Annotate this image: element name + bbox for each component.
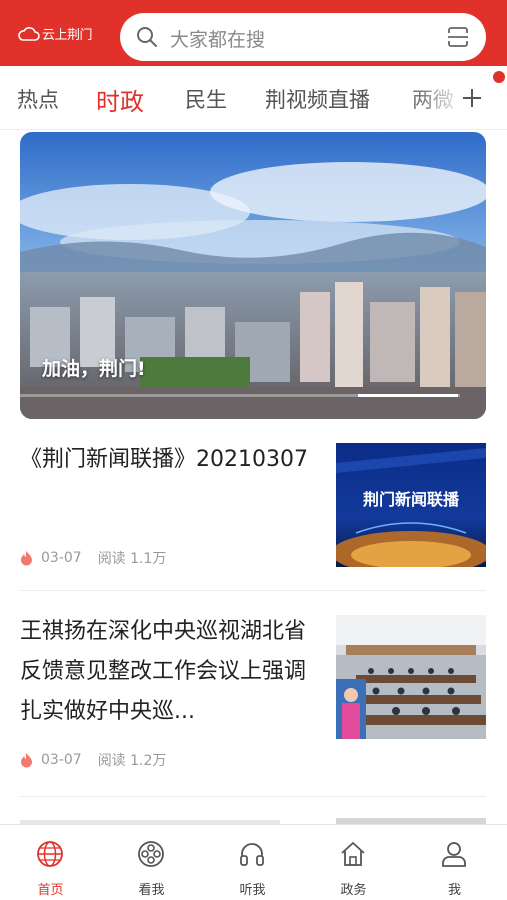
- news-thumbnail: [336, 615, 486, 739]
- top-bar: 云上荆门 大家都在搜: [0, 0, 507, 66]
- hero-title: 加油，荆门!: [42, 358, 146, 380]
- tab-hot[interactable]: 热点: [17, 84, 59, 114]
- home-icon: [341, 842, 365, 866]
- fire-icon: [21, 550, 32, 565]
- meeting-room-thumbnail-image: [336, 615, 486, 739]
- news-title: 《荆门新闻联播》20210307: [20, 447, 308, 472]
- tab-politics[interactable]: 时政: [96, 82, 144, 117]
- news-item[interactable]: 王祺扬在深化中央巡视湖北省反馈意见整改工作会议上强调 扎实做好中央巡... 03…: [20, 612, 486, 782]
- nav-home[interactable]: 首页: [0, 825, 101, 900]
- search-icon: [137, 27, 157, 47]
- news-divider: [20, 590, 486, 591]
- nav-listen[interactable]: 听我: [202, 825, 303, 900]
- user-icon: [442, 842, 466, 867]
- carousel-indicator-active: [358, 394, 458, 397]
- news-item[interactable]: 《荆门新闻联播》20210307 03-07 阅读 1.1万 荆门新闻联播: [20, 440, 486, 590]
- channel-tabs: 热点 时政 民生 荆视频直播 两微: [0, 66, 507, 130]
- add-channel-icon[interactable]: [460, 86, 484, 110]
- nav-listen-label: 听我: [239, 883, 266, 898]
- tab-livelihood[interactable]: 民生: [185, 84, 227, 114]
- carousel-indicator: [20, 394, 460, 397]
- search-placeholder: 大家都在搜: [170, 29, 266, 51]
- notification-dot: [493, 71, 505, 83]
- news-thumbnail: 荆门新闻联播: [336, 443, 486, 567]
- scan-icon[interactable]: [446, 25, 470, 49]
- news-broadcast-thumbnail-image: 荆门新闻联播: [336, 443, 486, 567]
- news-date: 03-07: [41, 752, 82, 768]
- news-reads: 阅读 1.2万: [97, 753, 167, 769]
- news-meta: 03-07 阅读 1.1万: [20, 548, 166, 568]
- thumbnail-caption: 荆门新闻联播: [363, 490, 460, 509]
- film-reel-icon: [138, 841, 164, 867]
- hero-banner[interactable]: 加油，荆门!: [20, 132, 486, 419]
- news-date: 03-07: [41, 550, 82, 566]
- headphones-icon: [240, 843, 264, 866]
- nav-government[interactable]: 政务: [303, 825, 404, 900]
- nav-home-label: 首页: [37, 883, 64, 898]
- tab-video-live[interactable]: 荆视频直播: [265, 84, 370, 114]
- globe-icon: [37, 841, 63, 867]
- bottom-nav: 首页 看我 听我 政务 我: [0, 824, 507, 900]
- tabs-fade-overlay: [420, 66, 465, 129]
- nav-watch-label: 看我: [138, 883, 165, 898]
- app-logo[interactable]: 云上荆门: [18, 24, 93, 43]
- cloud-icon: [18, 26, 40, 41]
- news-reads: 阅读 1.1万: [97, 551, 167, 567]
- fire-icon: [21, 752, 32, 767]
- news-title: 王祺扬在深化中央巡视湖北省反馈意见整改工作会议上强调 扎实做好中央巡...: [20, 619, 329, 724]
- search-bar[interactable]: 大家都在搜: [120, 13, 486, 61]
- logo-text: 云上荆门: [42, 28, 93, 43]
- nav-me-label: 我: [447, 883, 461, 898]
- news-meta: 03-07 阅读 1.2万: [20, 750, 166, 770]
- nav-government-label: 政务: [340, 883, 367, 898]
- app-screen: 云上荆门 大家都在搜 热点 时政 民生 荆视频直播 两微: [0, 0, 507, 900]
- nav-watch[interactable]: 看我: [101, 825, 202, 900]
- news-divider: [20, 796, 486, 797]
- nav-me[interactable]: 我: [404, 825, 505, 900]
